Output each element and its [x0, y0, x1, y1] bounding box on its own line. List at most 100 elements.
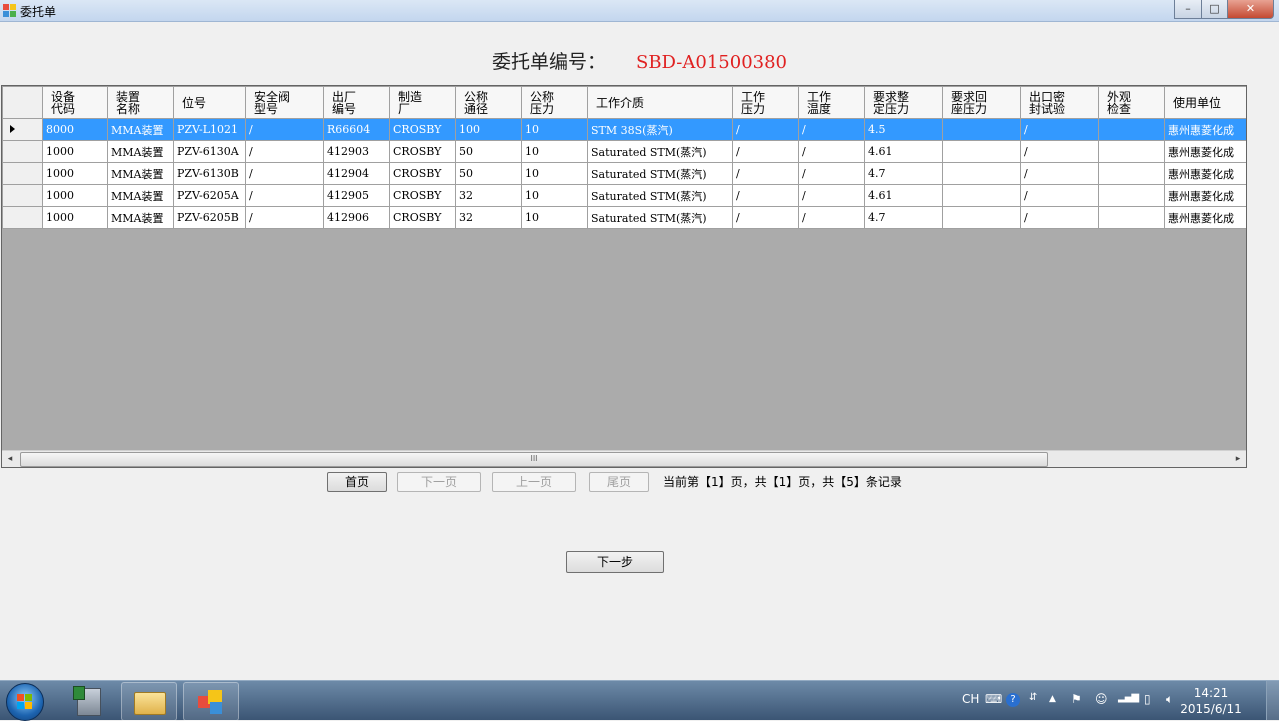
column-header[interactable]: 工作 压力 [732, 86, 799, 119]
taskbar-explorer[interactable] [121, 682, 177, 721]
column-header[interactable]: 制造 厂 [389, 86, 456, 119]
column-header[interactable]: 工作 温度 [798, 86, 865, 119]
table-cell[interactable]: 惠州惠菱化成 [1164, 140, 1246, 163]
table-cell[interactable]: / [798, 140, 865, 163]
row-header[interactable] [2, 140, 43, 163]
row-header[interactable] [2, 184, 43, 207]
row-header[interactable] [2, 206, 43, 229]
table-cell[interactable]: MMA装置 [107, 118, 174, 141]
taskbar-app-active[interactable] [183, 682, 239, 721]
table-cell[interactable]: 10 [521, 162, 588, 185]
column-header[interactable]: 出口密 封试验 [1020, 86, 1099, 119]
table-cell[interactable]: / [732, 162, 799, 185]
table-cell[interactable]: 惠州惠菱化成 [1164, 184, 1246, 207]
table-cell[interactable]: CROSBY [389, 162, 456, 185]
table-cell[interactable] [1098, 140, 1165, 163]
table-cell[interactable]: 100 [455, 118, 522, 141]
table-cell[interactable]: 50 [455, 140, 522, 163]
table-cell[interactable]: / [245, 140, 324, 163]
scroll-thumb[interactable]: III [20, 452, 1048, 467]
clock[interactable]: 14:21 2015/6/11 [1179, 685, 1243, 717]
table-row[interactable]: 1000 MMA装置 PZV-6130A/412903 CROSBY 50 10 Satur… [2, 140, 1246, 163]
volume-icon[interactable]: 🔈︎ [1166, 692, 1173, 707]
row-header[interactable] [2, 162, 43, 185]
close-button[interactable]: ✕ [1227, 0, 1274, 19]
table-cell[interactable]: Saturated STM(蒸汽) [587, 162, 733, 185]
table-cell[interactable] [1098, 162, 1165, 185]
table-cell[interactable]: 惠州惠菱化成 [1164, 206, 1246, 229]
qq-icon[interactable]: ☺ [1095, 692, 1108, 706]
table-cell[interactable] [942, 184, 1021, 207]
prev-page-button[interactable]: 上一页 [492, 472, 576, 492]
table-cell[interactable]: 4.61 [864, 184, 943, 207]
device-icon[interactable]: ▯ [1144, 692, 1151, 706]
table-cell[interactable]: PZV-L1021 [173, 118, 246, 141]
table-cell[interactable]: 32 [455, 184, 522, 207]
table-cell[interactable]: PZV-6130B [173, 162, 246, 185]
scroll-right-arrow-icon[interactable]: ▸ [1230, 451, 1246, 467]
table-cell[interactable]: 4.61 [864, 140, 943, 163]
table-cell[interactable]: 4.5 [864, 118, 943, 141]
minimize-button[interactable]: – [1174, 0, 1202, 19]
table-cell[interactable]: / [732, 184, 799, 207]
table-row[interactable]: 8000 MMA装置 PZV-L1021/R66604 CROSBY 100 10 STM … [2, 118, 1246, 141]
column-header[interactable]: 公称 压力 [521, 86, 588, 119]
ime-options-icon[interactable]: ⇵ [1029, 692, 1037, 703]
table-cell[interactable]: STM 38S(蒸汽) [587, 118, 733, 141]
action-center-icon[interactable]: ⚑ [1071, 692, 1082, 706]
table-cell[interactable]: 1000 [42, 140, 108, 163]
table-row[interactable]: 1000 MMA装置 PZV-6205B/412906 CROSBY 32 10 Satur… [2, 206, 1246, 229]
next-step-button[interactable]: 下一步 [566, 551, 664, 573]
table-cell[interactable] [942, 162, 1021, 185]
table-cell[interactable]: 1000 [42, 184, 108, 207]
table-cell[interactable]: 412904 [323, 162, 390, 185]
table-cell[interactable]: CROSBY [389, 118, 456, 141]
table-cell[interactable]: / [245, 162, 324, 185]
table-cell[interactable]: MMA装置 [107, 206, 174, 229]
table-cell[interactable]: 412903 [323, 140, 390, 163]
table-cell[interactable]: CROSBY [389, 206, 456, 229]
show-hidden-icons-icon[interactable]: ▲ [1049, 694, 1056, 704]
table-row[interactable]: 1000 MMA装置 PZV-6130B/412904 CROSBY 50 10 Satur… [2, 162, 1246, 185]
start-button[interactable] [6, 683, 44, 721]
table-cell[interactable]: 412906 [323, 206, 390, 229]
maximize-button[interactable]: □ [1201, 0, 1228, 19]
table-cell[interactable]: PZV-6130A [173, 140, 246, 163]
table-cell[interactable]: / [1020, 140, 1099, 163]
table-cell[interactable]: / [798, 206, 865, 229]
column-header[interactable]: 位号 [173, 86, 246, 119]
table-cell[interactable]: 10 [521, 140, 588, 163]
table-cell[interactable] [942, 118, 1021, 141]
column-header[interactable]: 使用单位 [1164, 86, 1246, 119]
table-cell[interactable]: 10 [521, 184, 588, 207]
table-cell[interactable]: CROSBY [389, 184, 456, 207]
table-cell[interactable]: MMA装置 [107, 184, 174, 207]
table-cell[interactable]: 50 [455, 162, 522, 185]
data-grid[interactable]: 设备 代码 装置 名称 位号 安全阀 型号 出厂 编号 制造 厂公称 通径 公称 压力 工作介… [1, 85, 1247, 468]
table-cell[interactable]: Saturated STM(蒸汽) [587, 184, 733, 207]
table-cell[interactable]: MMA装置 [107, 140, 174, 163]
table-cell[interactable]: / [1020, 184, 1099, 207]
table-cell[interactable]: / [798, 162, 865, 185]
table-cell[interactable]: / [798, 184, 865, 207]
table-cell[interactable] [942, 140, 1021, 163]
column-header[interactable]: 安全阀 型号 [245, 86, 324, 119]
help-icon[interactable]: ? [1006, 693, 1020, 707]
column-header[interactable]: 工作介质 [587, 86, 733, 119]
table-row[interactable]: 1000 MMA装置 PZV-6205A/412905 CROSBY 32 10 Satur… [2, 184, 1246, 207]
column-header[interactable]: 装置 名称 [107, 86, 174, 119]
column-header[interactable]: 要求整 定压力 [864, 86, 943, 119]
keyboard-icon[interactable]: ⌨ [985, 692, 1002, 706]
table-cell[interactable]: / [732, 118, 799, 141]
scroll-left-arrow-icon[interactable]: ◂ [2, 451, 18, 467]
table-cell[interactable]: 8000 [42, 118, 108, 141]
network-icon[interactable]: ▂▄▆ [1118, 692, 1139, 703]
table-cell[interactable]: / [1020, 118, 1099, 141]
table-cell[interactable] [1098, 184, 1165, 207]
table-cell[interactable]: Saturated STM(蒸汽) [587, 140, 733, 163]
table-cell[interactable]: R66604 [323, 118, 390, 141]
language-indicator[interactable]: CH [962, 692, 979, 706]
table-cell[interactable]: 412905 [323, 184, 390, 207]
table-cell[interactable]: / [732, 206, 799, 229]
table-cell[interactable] [1098, 118, 1165, 141]
